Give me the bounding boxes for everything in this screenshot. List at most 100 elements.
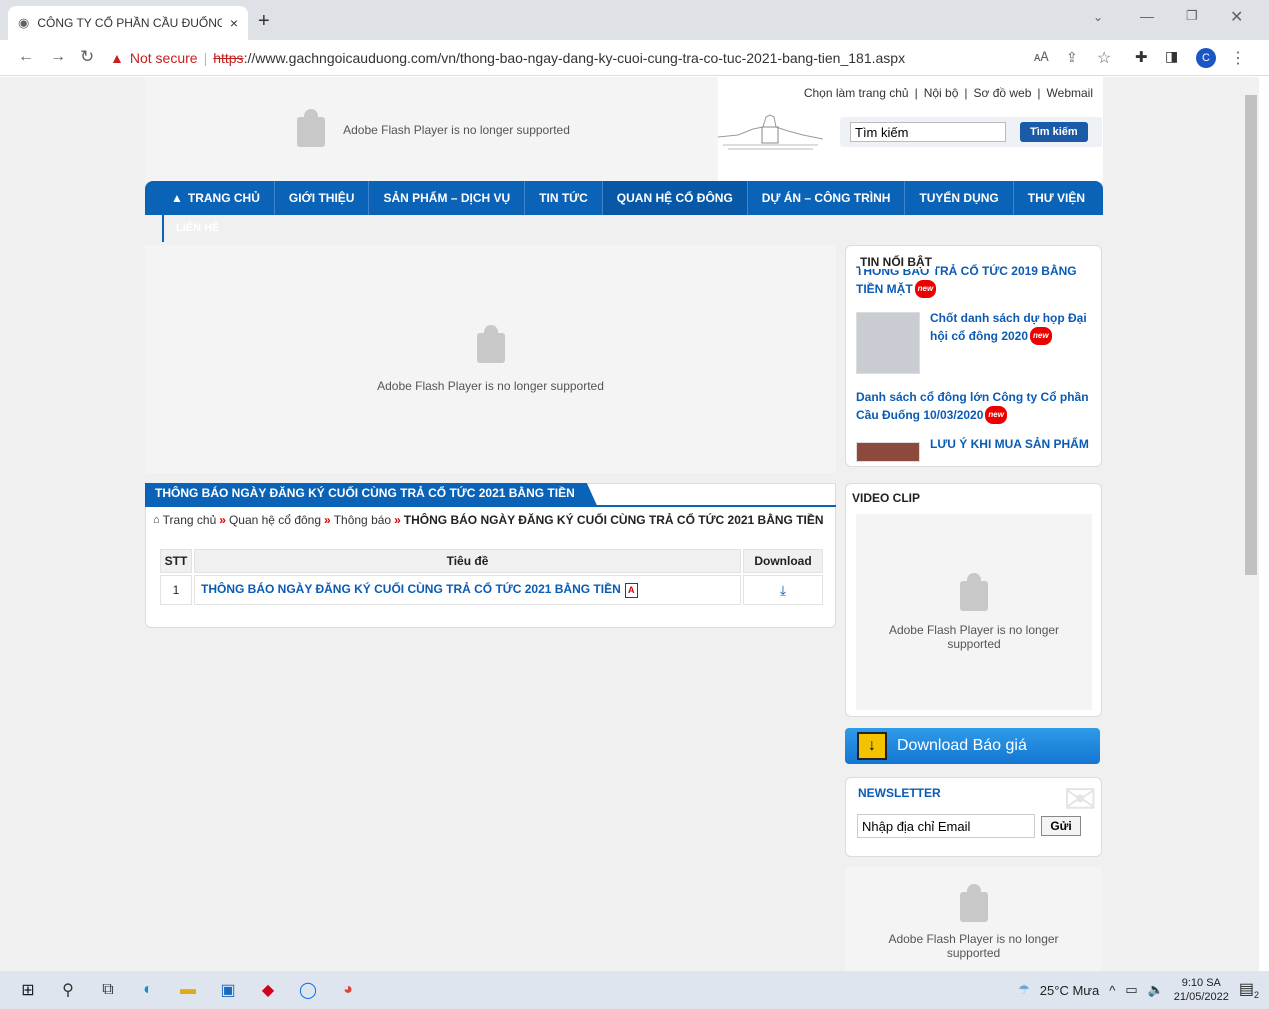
nav-item-library[interactable]: THƯ VIỆN (1014, 181, 1099, 215)
link-webmail[interactable]: Webmail (1047, 86, 1093, 100)
search-button[interactable]: Tìm kiếm (1020, 122, 1088, 142)
share-icon[interactable]: ⇪ (1066, 49, 1078, 66)
restore-icon[interactable]: ❐ (1186, 8, 1198, 24)
windows-taskbar: ⊞ ⚲ ⧉ ◐ ▬ ▣ ◆ ◯ ◕ ☂ 25°C Mưa ^ ▭ 🔈 9:10 … (0, 971, 1269, 1009)
volume-icon[interactable]: 🔈 (1148, 982, 1164, 998)
browser-tab[interactable]: ◉ CÔNG TY CỔ PHẦN CẦU ĐUỐNG × (8, 6, 248, 40)
flash-message: Adobe Flash Player is no longer supporte… (888, 623, 1060, 651)
news-item[interactable]: Chốt danh sách dự họp Đại hội cổ đông 20… (930, 309, 1090, 345)
file-explorer-icon[interactable]: ▬ (168, 971, 208, 1009)
weather-text[interactable]: 25°C Mưa (1040, 983, 1099, 998)
reload-icon[interactable]: ↻ (80, 47, 94, 67)
table-row: 1 THÔNG BÁO NGÀY ĐĂNG KÝ CUỐI CÙNG TRẢ C… (160, 575, 823, 605)
plugin-puzzle-icon (956, 884, 992, 926)
breadcrumb-shareholders[interactable]: Quan hệ cổ đông (229, 513, 321, 527)
breadcrumb-home[interactable]: Trang chủ (163, 513, 217, 527)
warning-icon: ▲ (110, 50, 124, 66)
clock-time: 9:10 SA (1181, 977, 1221, 989)
plugin-puzzle-icon (293, 108, 329, 151)
flash-message: Adobe Flash Player is no longer supporte… (377, 379, 604, 393)
minimize-icon[interactable]: — (1140, 8, 1154, 24)
extensions-icon[interactable]: ✚ (1135, 48, 1148, 66)
chrome-icon[interactable]: ◕ (328, 971, 368, 1009)
nav-item-products[interactable]: SẢN PHẨM – DỊCH VỤ (369, 181, 526, 215)
breadcrumb-announcements[interactable]: Thông báo (334, 513, 391, 527)
store-icon[interactable]: ▣ (208, 971, 248, 1009)
new-tab-button[interactable]: + (258, 10, 270, 33)
nav-item-contact[interactable]: LIÊN HỆ (176, 222, 219, 234)
main-nav: ▲ TRANG CHỦ GIỚI THIỆU SẢN PHẨM – DỊCH VỤ… (145, 181, 1103, 215)
profile-avatar[interactable]: C (1196, 48, 1216, 68)
translate-icon[interactable]: 🗚 (1034, 49, 1049, 65)
nav-item-home[interactable]: ▲ TRANG CHỦ (157, 181, 275, 215)
document-link[interactable]: THÔNG BÁO NGÀY ĐĂNG KÝ CUỐI CÙNG TRẢ CỔ … (201, 582, 621, 596)
breadcrumb-separator: » (324, 513, 331, 527)
window-close-icon[interactable]: ✕ (1230, 7, 1243, 27)
bookmark-star-icon[interactable]: ☆ (1097, 48, 1111, 68)
new-badge: new (1030, 327, 1052, 345)
app-red-icon[interactable]: ◆ (248, 971, 288, 1009)
windows-start-icon[interactable]: ⊞ (8, 971, 48, 1009)
nav-item-news[interactable]: TIN TỨC (525, 181, 603, 215)
scrollbar-thumb[interactable] (1245, 95, 1257, 575)
edge-icon[interactable]: ◐ (128, 971, 168, 1009)
breadcrumb-current: THÔNG BÁO NGÀY ĐĂNG KÝ CUỐI CÙNG TRẢ CỔ … (403, 513, 824, 527)
link-set-homepage[interactable]: Chọn làm trang chủ (804, 86, 909, 100)
news-thumbnail[interactable] (856, 442, 920, 462)
search-input[interactable] (850, 122, 1006, 142)
search-box: Tìm kiếm (840, 117, 1102, 147)
notification-icon[interactable]: ▤2 (1239, 979, 1259, 1000)
security-label[interactable]: Not secure (130, 50, 198, 66)
search-icon[interactable]: ⚲ (48, 971, 88, 1009)
back-icon[interactable]: ← (18, 48, 34, 66)
task-view-icon[interactable]: ⧉ (88, 971, 128, 1009)
header-sketch-image (718, 114, 823, 150)
news-item[interactable]: Danh sách cổ đông lớn Công ty Cổ phần Cầ… (856, 388, 1091, 424)
flash-message: Adobe Flash Player is no longer supporte… (343, 122, 570, 137)
video-title: VIDEO CLIP (852, 491, 921, 505)
nav-item-about[interactable]: GIỚI THIỆU (275, 181, 370, 215)
link-sitemap[interactable]: Sơ đồ web (974, 86, 1032, 100)
sidepanel-icon[interactable]: ◨ (1165, 48, 1178, 65)
menu-icon[interactable]: ⋮ (1230, 48, 1246, 68)
news-thumbnail[interactable] (856, 312, 920, 374)
featured-news-title: TIN NỔI BẬT (860, 255, 936, 269)
globe-icon: ◉ (18, 15, 30, 30)
url-scheme: https (213, 50, 244, 66)
content-title: THÔNG BÁO NGÀY ĐĂNG KÝ CUỐI CÙNG TRẢ CỔ … (145, 483, 597, 505)
plugin-puzzle-icon (956, 573, 992, 615)
content-title-underline (145, 505, 836, 507)
address-bar[interactable]: ▲ Not secure | https://www.gachngoicaudu… (110, 44, 1120, 72)
tab-title: CÔNG TY CỔ PHẦN CẦU ĐUỐNG (37, 16, 222, 30)
tab-search-icon[interactable]: ⌄ (1093, 10, 1103, 24)
notification-count: 2 (1253, 990, 1259, 1001)
link-internal[interactable]: Nội bộ (924, 86, 959, 100)
newsletter-email-input[interactable] (857, 814, 1035, 838)
plugin-puzzle-icon (473, 325, 509, 367)
envelope-icon: ✉ (1063, 778, 1097, 822)
forward-icon[interactable]: → (50, 48, 66, 66)
close-icon[interactable]: × (230, 15, 238, 31)
url-text: ://www.gachngoicauduong.com/vn/thong-bao… (243, 50, 906, 66)
tray-chevron-icon[interactable]: ^ (1109, 983, 1115, 998)
newsletter-submit-button[interactable]: Gửi (1041, 816, 1081, 836)
zalo-icon[interactable]: ◯ (288, 971, 328, 1009)
newsletter-title: NEWSLETTER (858, 786, 941, 800)
network-icon[interactable]: ▭ (1125, 982, 1137, 998)
download-price-label: Download Báo giá (897, 737, 1027, 754)
pdf-icon: A (624, 582, 638, 598)
main-flash-placeholder: Adobe Flash Player is no longer supporte… (145, 245, 836, 473)
news-item[interactable]: LƯU Ý KHI MUA SẢN PHẨM (930, 435, 1095, 453)
column-header-stt: STT (160, 549, 192, 573)
clock[interactable]: 9:10 SA 21/05/2022 (1174, 976, 1229, 1004)
download-icon[interactable]: ⤓ (743, 575, 823, 605)
table-header-row: STT Tiêu đề Download (160, 549, 823, 573)
row-stt: 1 (160, 575, 192, 605)
nav-item-shareholders[interactable]: QUAN HỆ CỔ ĐÔNG (602, 181, 748, 215)
newsletter-panel: NEWSLETTER ✉ Gửi (845, 777, 1102, 857)
nav-item-careers[interactable]: TUYỂN DỤNG (905, 181, 1014, 215)
download-price-button[interactable]: ↓ Download Báo giá (845, 728, 1100, 764)
nav-item-projects[interactable]: DỰ ÁN – CÔNG TRÌNH (748, 181, 906, 215)
subnav-bar (162, 215, 164, 242)
flash-message: Adobe Flash Player is no longer supporte… (888, 932, 1059, 960)
